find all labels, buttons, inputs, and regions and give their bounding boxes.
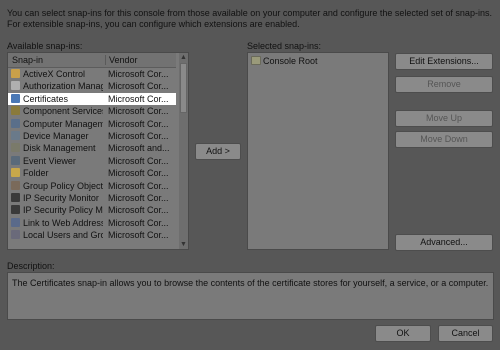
snapin-row-authorization-manager[interactable]: Authorization Manager Microsoft Cor... xyxy=(8,80,176,92)
column-header-vendor[interactable]: Vendor xyxy=(109,55,138,65)
component-services-icon xyxy=(11,106,20,116)
snapin-vendor: Microsoft Cor... xyxy=(108,205,169,216)
snapin-name: Disk Management xyxy=(23,143,96,154)
scroll-thumb[interactable] xyxy=(180,63,187,113)
snapin-name: Authorization Manager xyxy=(23,81,103,92)
snapin-vendor: Microsoft Cor... xyxy=(108,230,169,241)
computer-management-icon xyxy=(11,118,20,128)
ok-button[interactable]: OK xyxy=(375,325,431,342)
local-users-icon xyxy=(11,230,20,240)
description-label: Description: xyxy=(7,261,55,271)
snapin-row-local-users-and-gro[interactable]: Local Users and Gro... Microsoft Cor... xyxy=(8,229,176,241)
selected-snapins-label: Selected snap-ins: xyxy=(247,41,322,51)
disk-management-icon xyxy=(11,143,20,153)
list-scrollbar[interactable]: ▲ ▼ xyxy=(179,53,188,249)
snapin-vendor: Microsoft and... xyxy=(108,143,170,154)
list-header: Snap-in Vendor xyxy=(8,53,176,68)
snapin-row-ip-security-policy-ma[interactable]: IP Security Policy Ma... Microsoft Cor... xyxy=(8,204,176,216)
available-snapins-list[interactable]: Snap-in Vendor ActiveX Control Microsoft … xyxy=(7,52,189,250)
snapin-row-event-viewer[interactable]: Event Viewer Microsoft Cor... xyxy=(8,155,176,167)
snapin-row-disk-management[interactable]: Disk Management Microsoft and... xyxy=(8,142,176,154)
available-snapins-label: Available snap-ins: xyxy=(7,41,83,51)
snapin-vendor: Microsoft Cor... xyxy=(108,131,169,141)
snapin-name: Component Services xyxy=(23,106,103,117)
snapin-vendor: Microsoft Cor... xyxy=(108,106,169,117)
snapin-vendor: Microsoft Cor... xyxy=(108,168,169,179)
snapin-name: Computer Managem... xyxy=(23,118,103,129)
console-root-icon xyxy=(251,56,261,65)
snapin-name: Local Users and Gro... xyxy=(23,230,103,241)
cancel-button[interactable]: Cancel xyxy=(438,325,493,342)
authorization-icon xyxy=(11,81,20,91)
snapin-name: Group Policy Object ... xyxy=(23,180,103,191)
ip-security-monitor-icon xyxy=(11,193,20,202)
snapin-vendor: Microsoft Cor... xyxy=(108,180,169,191)
snapin-name: IP Security Monitor xyxy=(23,193,99,203)
snapin-row-activex-control[interactable]: ActiveX Control Microsoft Cor... xyxy=(8,68,176,80)
link-web-icon xyxy=(11,217,20,227)
advanced-button[interactable]: Advanced... xyxy=(395,234,493,251)
selected-item-label: Console Root xyxy=(263,56,318,66)
snapin-vendor: Microsoft Cor... xyxy=(108,217,169,228)
snapin-row-computer-managem[interactable]: Computer Managem... Microsoft Cor... xyxy=(8,118,176,130)
snapin-row-certificates[interactable]: Certificates Microsoft Cor... xyxy=(8,92,176,105)
scroll-up-arrow-icon[interactable]: ▲ xyxy=(179,53,188,62)
device-manager-icon xyxy=(11,131,20,140)
group-policy-icon xyxy=(11,180,20,190)
event-viewer-icon xyxy=(11,155,20,165)
snapin-vendor: Microsoft Cor... xyxy=(108,93,169,104)
folder-icon xyxy=(11,168,20,178)
snapin-name: Event Viewer xyxy=(23,155,76,166)
snapin-vendor: Microsoft Cor... xyxy=(108,69,169,79)
snapin-name: ActiveX Control xyxy=(23,69,86,79)
snapin-name: Link to Web Address xyxy=(23,217,103,228)
add-button[interactable]: Add > xyxy=(195,143,241,160)
snapin-row-folder[interactable]: Folder Microsoft Cor... xyxy=(8,167,176,179)
remove-button[interactable]: Remove xyxy=(395,76,493,93)
selected-snapins-list[interactable]: Console Root xyxy=(247,52,389,250)
snapin-name: Certificates xyxy=(23,93,69,104)
snapin-vendor: Microsoft Cor... xyxy=(108,155,169,166)
intro-text: You can select snap-ins for this console… xyxy=(7,8,492,29)
snapin-row-device-manager[interactable]: Device Manager Microsoft Cor... xyxy=(8,130,176,142)
snapin-row-component-services[interactable]: Component Services Microsoft Cor... xyxy=(8,105,176,117)
snapin-vendor: Microsoft Cor... xyxy=(108,118,169,129)
move-up-button[interactable]: Move Up xyxy=(395,110,493,127)
snapin-name: IP Security Policy Ma... xyxy=(23,205,103,216)
column-header-snapin[interactable]: Snap-in xyxy=(12,55,43,65)
description-box: The Certificates snap-in allows you to b… xyxy=(7,272,494,320)
scroll-down-arrow-icon[interactable]: ▼ xyxy=(179,240,188,249)
snapin-vendor: Microsoft Cor... xyxy=(108,193,169,203)
snapin-row-ip-security-monitor[interactable]: IP Security Monitor Microsoft Cor... xyxy=(8,192,176,204)
move-down-button[interactable]: Move Down xyxy=(395,131,493,148)
edit-extensions-button[interactable]: Edit Extensions... xyxy=(395,53,493,70)
ip-security-policy-icon xyxy=(11,205,20,215)
certificates-icon xyxy=(11,93,20,103)
activex-icon xyxy=(11,69,20,78)
snapin-vendor: Microsoft Cor... xyxy=(108,81,169,92)
selected-item-console-root[interactable]: Console Root xyxy=(248,55,388,67)
snapin-row-link-to-web-address[interactable]: Link to Web Address Microsoft Cor... xyxy=(8,217,176,229)
snapin-name: Device Manager xyxy=(23,131,89,141)
snapin-name: Folder xyxy=(23,168,49,179)
snapin-row-group-policy-object[interactable]: Group Policy Object ... Microsoft Cor... xyxy=(8,180,176,192)
description-text: The Certificates snap-in allows you to b… xyxy=(12,278,489,288)
